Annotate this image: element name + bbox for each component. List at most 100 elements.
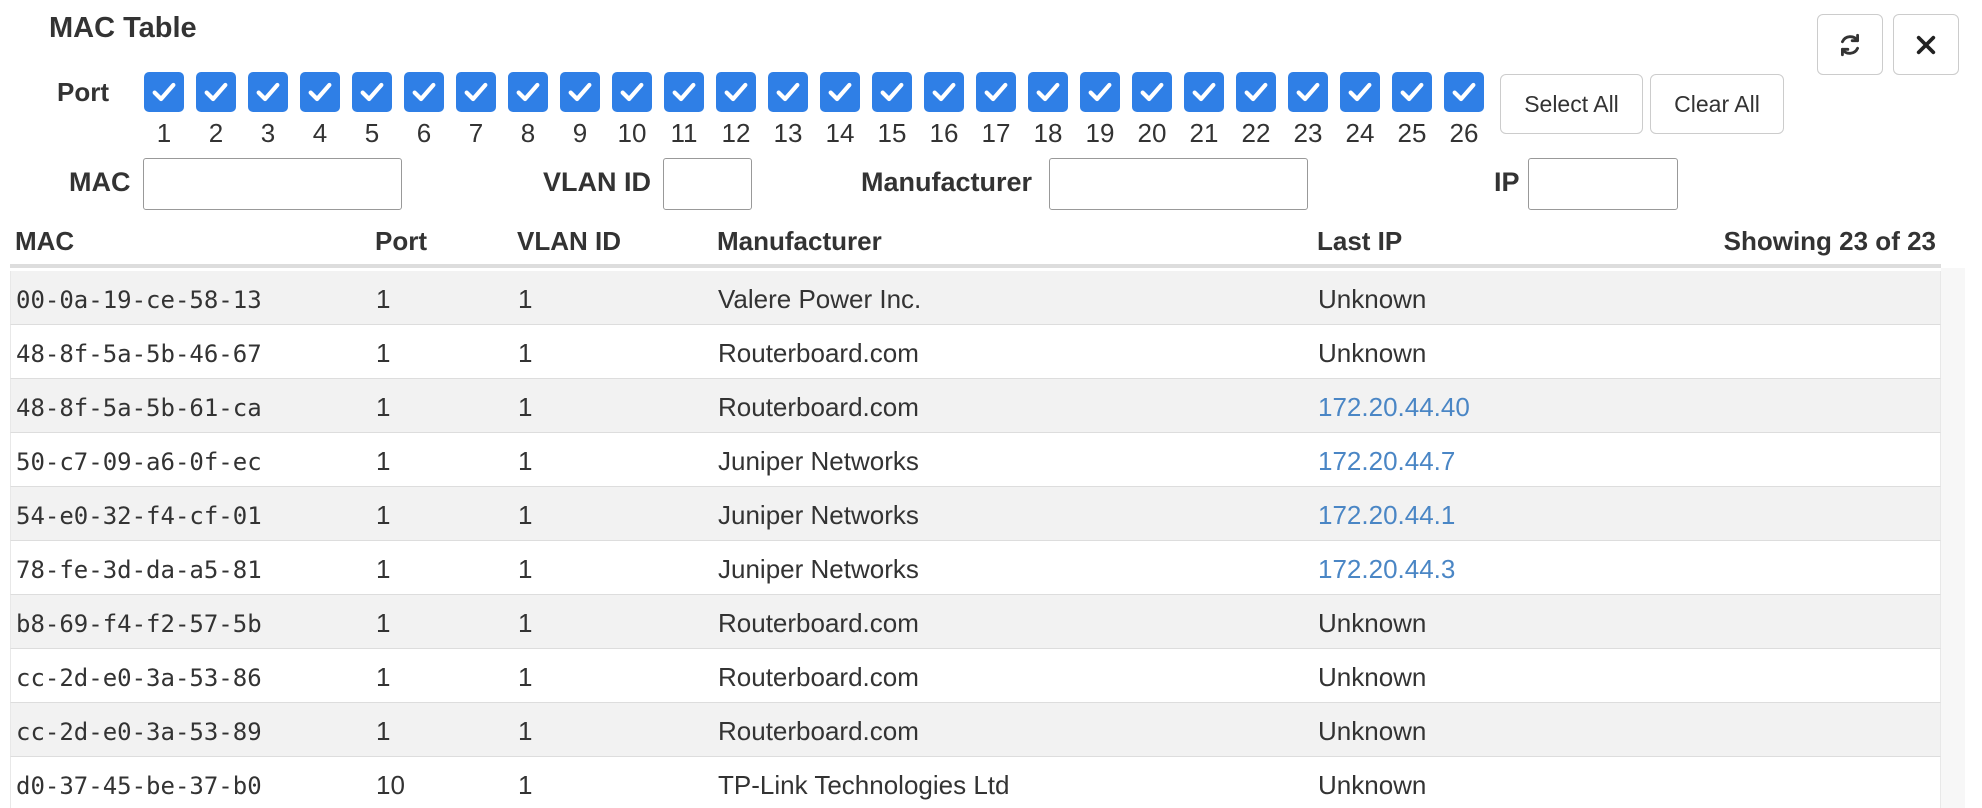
- checkbox-checked-icon[interactable]: [872, 72, 912, 112]
- close-button[interactable]: [1893, 14, 1959, 75]
- port-number-label: 22: [1241, 118, 1271, 148]
- refresh-button[interactable]: [1817, 14, 1883, 75]
- checkbox-checked-icon[interactable]: [560, 72, 600, 112]
- port-checkbox-22[interactable]: 22: [1230, 72, 1282, 148]
- table-row[interactable]: cc-2d-e0-3a-53-86 1 1 Routerboard.com Unknow…: [10, 649, 1941, 703]
- table-row[interactable]: b8-69-f4-f2-57-5b 1 1 Routerboard.com Unknow…: [10, 595, 1941, 649]
- checkbox-checked-icon[interactable]: [456, 72, 496, 112]
- vlan-cell: 1: [518, 716, 533, 746]
- port-checkbox-23[interactable]: 23: [1282, 72, 1334, 148]
- mac-cell: b8-69-f4-f2-57-5b: [16, 610, 262, 638]
- port-number-label: 5: [364, 118, 380, 148]
- clear-all-button[interactable]: Clear All: [1650, 74, 1784, 134]
- port-checkbox-24[interactable]: 24: [1334, 72, 1386, 148]
- last-ip-link[interactable]: 172.20.44.7: [1318, 446, 1455, 477]
- checkbox-checked-icon[interactable]: [768, 72, 808, 112]
- table-row[interactable]: 00-0a-19-ce-58-13 1 1 Valere Power Inc. Unkn…: [10, 271, 1941, 325]
- mac-cell: 54-e0-32-f4-cf-01: [16, 502, 262, 530]
- checkbox-checked-icon[interactable]: [976, 72, 1016, 112]
- checkbox-checked-icon[interactable]: [196, 72, 236, 112]
- port-checkbox-17[interactable]: 17: [970, 72, 1022, 148]
- port-checkbox-15[interactable]: 15: [866, 72, 918, 148]
- table-row[interactable]: 78-fe-3d-da-a5-81 1 1 Juniper Networks 172.2…: [10, 541, 1941, 595]
- checkbox-checked-icon[interactable]: [1288, 72, 1328, 112]
- column-header-mac[interactable]: MAC: [15, 226, 74, 257]
- table-row[interactable]: d0-37-45-be-37-b0 10 1 TP-Link Technologies…: [10, 757, 1941, 808]
- table-row[interactable]: 54-e0-32-f4-cf-01 1 1 Juniper Networks 172.2…: [10, 487, 1941, 541]
- manufacturer-cell: Routerboard.com: [718, 608, 919, 638]
- mac-cell: cc-2d-e0-3a-53-86: [16, 664, 262, 692]
- checkbox-checked-icon[interactable]: [1392, 72, 1432, 112]
- port-checkbox-7[interactable]: 7: [450, 72, 502, 148]
- checkbox-checked-icon[interactable]: [612, 72, 652, 112]
- last-ip-link[interactable]: 172.20.44.40: [1318, 392, 1470, 423]
- port-filter-label: Port: [57, 77, 109, 107]
- checkbox-checked-icon[interactable]: [508, 72, 548, 112]
- port-checkbox-3[interactable]: 3: [242, 72, 294, 148]
- mac-cell: d0-37-45-be-37-b0: [16, 772, 262, 800]
- ip-filter-input[interactable]: [1528, 158, 1678, 210]
- table-row[interactable]: 48-8f-5a-5b-61-ca 1 1 Routerboard.com 172.20…: [10, 379, 1941, 433]
- last-ip-cell: Unknown: [1318, 284, 1427, 314]
- port-checkbox-8[interactable]: 8: [502, 72, 554, 148]
- port-checkbox-19[interactable]: 19: [1074, 72, 1126, 148]
- port-checkbox-26[interactable]: 26: [1438, 72, 1490, 148]
- port-checkbox-6[interactable]: 6: [398, 72, 450, 148]
- checkbox-checked-icon[interactable]: [716, 72, 756, 112]
- column-header-last-ip[interactable]: Last IP: [1317, 226, 1402, 257]
- mac-cell: 48-8f-5a-5b-46-67: [16, 340, 262, 368]
- checkbox-checked-icon[interactable]: [1340, 72, 1380, 112]
- column-header-port[interactable]: Port: [375, 226, 427, 257]
- table-row[interactable]: cc-2d-e0-3a-53-89 1 1 Routerboard.com Unknow…: [10, 703, 1941, 757]
- checkbox-checked-icon[interactable]: [1184, 72, 1224, 112]
- port-checkbox-10[interactable]: 10: [606, 72, 658, 148]
- last-ip-link[interactable]: 172.20.44.3: [1318, 554, 1455, 585]
- port-cell: 1: [376, 716, 391, 746]
- port-checkbox-4[interactable]: 4: [294, 72, 346, 148]
- checkbox-checked-icon[interactable]: [1444, 72, 1484, 112]
- port-checkbox-12[interactable]: 12: [710, 72, 762, 148]
- column-header-vlan[interactable]: VLAN ID: [517, 226, 621, 257]
- port-checkbox-16[interactable]: 16: [918, 72, 970, 148]
- checkbox-checked-icon[interactable]: [144, 72, 184, 112]
- checkbox-checked-icon[interactable]: [1028, 72, 1068, 112]
- scrollbar-track[interactable]: [1941, 268, 1965, 808]
- port-checkbox-25[interactable]: 25: [1386, 72, 1438, 148]
- checkbox-checked-icon[interactable]: [1132, 72, 1172, 112]
- port-checkbox-group: 1 2 3 4 5 6 7 8 9 10 11 12 13 14 15 16 17 18 19 20 21 22 23 24 2…: [138, 72, 1490, 148]
- vlan-filter-input[interactable]: [663, 158, 752, 210]
- checkbox-checked-icon[interactable]: [1236, 72, 1276, 112]
- checkbox-checked-icon[interactable]: [248, 72, 288, 112]
- column-header-manufacturer[interactable]: Manufacturer: [717, 226, 882, 257]
- checkbox-checked-icon[interactable]: [820, 72, 860, 112]
- port-checkbox-18[interactable]: 18: [1022, 72, 1074, 148]
- port-checkbox-14[interactable]: 14: [814, 72, 866, 148]
- checkbox-checked-icon[interactable]: [924, 72, 964, 112]
- port-checkbox-9[interactable]: 9: [554, 72, 606, 148]
- port-checkbox-20[interactable]: 20: [1126, 72, 1178, 148]
- port-checkbox-2[interactable]: 2: [190, 72, 242, 148]
- table-row[interactable]: 48-8f-5a-5b-46-67 1 1 Routerboard.com Unknow…: [10, 325, 1941, 379]
- checkbox-checked-icon[interactable]: [352, 72, 392, 112]
- manufacturer-cell: Routerboard.com: [718, 716, 919, 746]
- checkbox-checked-icon[interactable]: [404, 72, 444, 112]
- port-number-label: 1: [156, 118, 172, 148]
- port-checkbox-1[interactable]: 1: [138, 72, 190, 148]
- port-checkbox-11[interactable]: 11: [658, 72, 710, 148]
- select-all-button[interactable]: Select All: [1500, 74, 1643, 134]
- last-ip-link[interactable]: 172.20.44.1: [1318, 500, 1455, 531]
- port-checkbox-13[interactable]: 13: [762, 72, 814, 148]
- port-number-label: 6: [416, 118, 432, 148]
- checkbox-checked-icon[interactable]: [300, 72, 340, 112]
- table-row[interactable]: 50-c7-09-a6-0f-ec 1 1 Juniper Networks 172.2…: [10, 433, 1941, 487]
- mac-filter-input[interactable]: [143, 158, 402, 210]
- refresh-icon: [1841, 33, 1859, 56]
- checkbox-checked-icon[interactable]: [664, 72, 704, 112]
- manufacturer-filter-input[interactable]: [1049, 158, 1308, 210]
- port-checkbox-5[interactable]: 5: [346, 72, 398, 148]
- mac-filter-label: MAC: [69, 167, 131, 197]
- mac-cell: 00-0a-19-ce-58-13: [16, 286, 262, 314]
- port-number-label: 9: [572, 118, 588, 148]
- checkbox-checked-icon[interactable]: [1080, 72, 1120, 112]
- port-checkbox-21[interactable]: 21: [1178, 72, 1230, 148]
